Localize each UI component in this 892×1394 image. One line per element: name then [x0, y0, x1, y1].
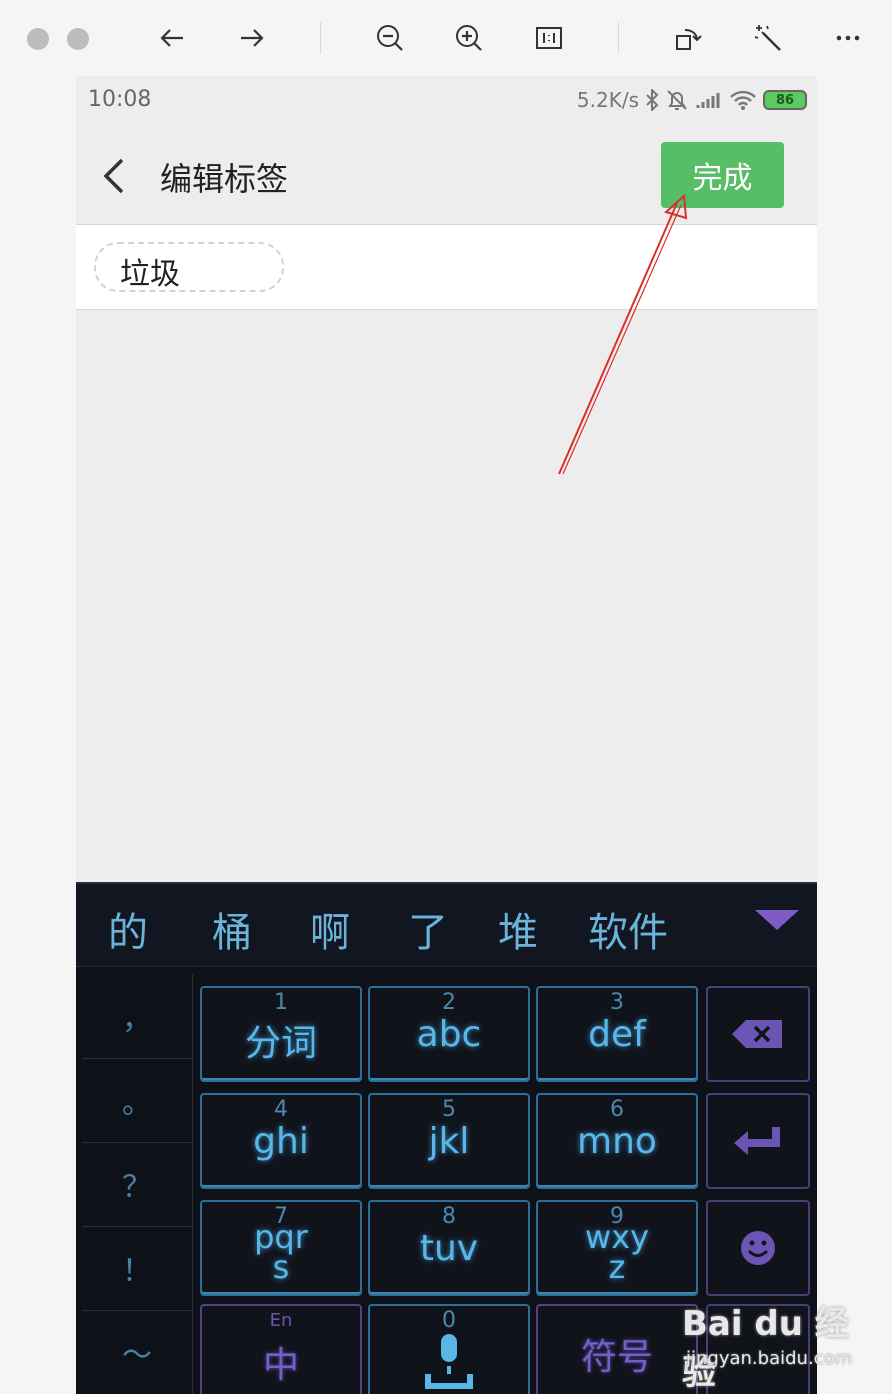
key-label: pqr s — [254, 1218, 308, 1286]
language-switch-key[interactable]: En 中 — [200, 1304, 362, 1394]
tag-chip[interactable]: 垃圾 — [94, 242, 284, 292]
key-label: def — [588, 1014, 646, 1055]
image-viewer-toolbar — [0, 0, 892, 76]
candidate-word[interactable]: 啊 — [310, 900, 350, 958]
candidate-word[interactable]: 软件 — [588, 900, 668, 958]
symbols-key[interactable]: 符号 — [536, 1304, 698, 1394]
key-6[interactable]: 6 mno — [536, 1093, 698, 1189]
watermark-url: jingyan.baidu.com — [686, 1348, 853, 1369]
minimize-icon[interactable] — [67, 28, 89, 50]
arrow-left-icon[interactable] — [154, 20, 190, 56]
backspace-icon — [732, 1020, 782, 1048]
key-8[interactable]: 8 tuv — [368, 1200, 530, 1296]
candidate-bar: 的 桶 啊 了 堆 软件 — [76, 882, 817, 967]
arrow-right-icon[interactable] — [234, 20, 270, 56]
key-label: tuv — [419, 1228, 479, 1269]
backspace-key[interactable] — [706, 986, 810, 1082]
key-label: wxy z — [584, 1218, 650, 1286]
punctuation-column: ， 。 ？ ！ ～ — [82, 974, 193, 1394]
space-voice-key[interactable]: 0 — [368, 1304, 530, 1394]
candidate-word[interactable]: 了 — [408, 900, 448, 958]
microphone-icon — [425, 1334, 473, 1389]
status-time: 10:08 — [88, 87, 152, 112]
key-number: 8 — [442, 1204, 456, 1229]
punct-key[interactable]: ， — [82, 974, 192, 1059]
actual-size-icon[interactable] — [531, 20, 567, 56]
key-label: jkl — [428, 1121, 470, 1162]
key-7[interactable]: 7 pqr s — [200, 1200, 362, 1296]
key-number: 1 — [274, 990, 288, 1015]
emoji-key[interactable] — [706, 1200, 810, 1296]
key-5[interactable]: 5 jkl — [368, 1093, 530, 1189]
watermark-logo: Bai du 经验 — [682, 1304, 849, 1393]
key-4[interactable]: 4 ghi — [200, 1093, 362, 1189]
smiley-icon — [741, 1231, 775, 1265]
punct-key[interactable]: ？ — [82, 1142, 192, 1227]
page-title: 编辑标签 — [160, 160, 289, 198]
magic-wand-icon[interactable] — [750, 20, 786, 56]
tag-label: 垃圾 — [120, 257, 180, 292]
key-number: 6 — [610, 1097, 624, 1122]
punct-key[interactable]: ！ — [82, 1226, 192, 1311]
key-9[interactable]: 9 wxy z — [536, 1200, 698, 1296]
more-icon[interactable] — [830, 20, 866, 56]
network-speed: 5.2K/s — [576, 88, 639, 112]
bluetooth-icon — [646, 89, 659, 111]
rotate-icon[interactable] — [670, 20, 706, 56]
zoom-out-icon[interactable] — [372, 20, 408, 56]
back-icon[interactable] — [98, 156, 134, 196]
header-bar: 编辑标签 完成 — [76, 126, 817, 224]
status-indicators: 5.2K/s 86 — [577, 88, 807, 112]
punct-key[interactable]: ～ — [82, 1310, 192, 1394]
key-number: 2 — [442, 990, 456, 1015]
key-label: abc — [416, 1014, 482, 1055]
tag-list: 垃圾 — [76, 224, 817, 310]
key-number: 3 — [610, 990, 624, 1015]
punct-key[interactable]: 。 — [82, 1058, 192, 1143]
zoom-in-icon[interactable] — [451, 20, 487, 56]
toolbar-divider — [618, 22, 619, 54]
key-label: ghi — [253, 1121, 309, 1162]
key-label: 分词 — [244, 1023, 317, 1064]
candidate-word[interactable]: 桶 — [212, 900, 252, 958]
enter-key[interactable] — [706, 1093, 810, 1189]
lang-small-label: En — [269, 1310, 293, 1331]
key-number: 5 — [442, 1097, 456, 1122]
key-2[interactable]: 2 abc — [368, 986, 530, 1082]
enter-icon — [734, 1127, 780, 1155]
candidate-word[interactable]: 堆 — [498, 900, 538, 958]
toolbar-divider — [320, 22, 321, 54]
status-bar: 10:08 5.2K/s 86 — [76, 76, 817, 126]
phone-screen: 10:08 5.2K/s 86 编辑标签 完成 垃圾 的 桶 啊 了 堆 软件 — [76, 76, 817, 1394]
key-label: mno — [577, 1121, 657, 1162]
candidate-word[interactable]: 的 — [108, 900, 148, 958]
battery-icon: 86 — [763, 90, 807, 110]
expand-candidates-icon[interactable] — [755, 910, 799, 930]
signal-icon — [696, 93, 720, 108]
close-icon[interactable] — [27, 28, 49, 50]
symbols-label: 符号 — [580, 1337, 653, 1378]
key-number: 0 — [442, 1308, 456, 1333]
key-3[interactable]: 3 def — [536, 986, 698, 1082]
baidu-watermark: Bai du 经验 jingyan.baidu.com — [682, 1296, 853, 1393]
key-1[interactable]: 1 分词 — [200, 986, 362, 1082]
wifi-icon — [730, 90, 756, 110]
key-number: 4 — [274, 1097, 288, 1122]
lang-main-label: 中 — [262, 1345, 299, 1386]
done-button[interactable]: 完成 — [661, 142, 784, 208]
mute-bell-icon — [667, 90, 687, 110]
